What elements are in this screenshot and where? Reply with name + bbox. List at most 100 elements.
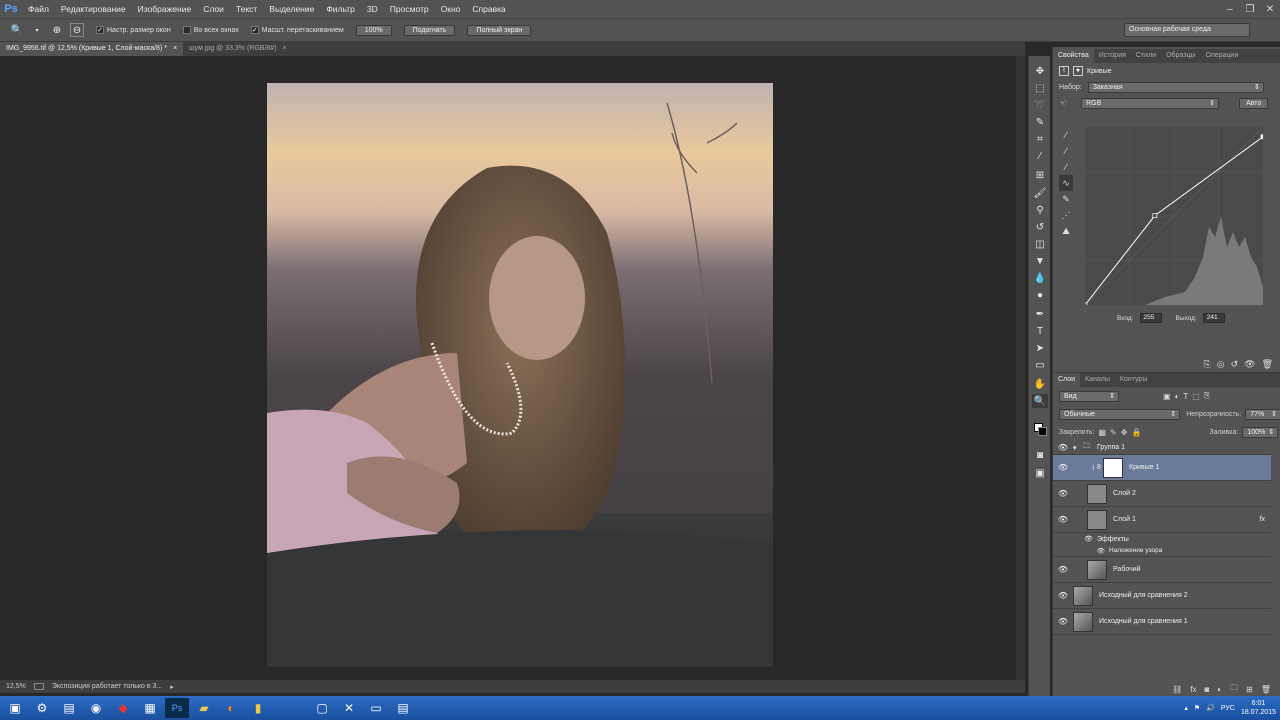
zoom-out-icon[interactable]: ⊖	[70, 23, 84, 37]
move-tool-icon[interactable]: ✥	[1032, 64, 1048, 78]
eye-icon[interactable]: 👁	[1053, 443, 1073, 452]
workspace-select[interactable]: Основная рабочая среда	[1124, 23, 1250, 37]
link-icon[interactable]: 8	[1095, 464, 1103, 471]
path-select-icon[interactable]: ➤	[1032, 341, 1048, 355]
lock-position-icon[interactable]: ✥	[1121, 428, 1128, 437]
eye-icon[interactable]: 👁	[1053, 515, 1073, 524]
layer-working[interactable]: 👁 Рабочий	[1053, 557, 1271, 583]
layer-1[interactable]: 👁 Слой 1 fx	[1053, 507, 1271, 533]
zoom-100-button[interactable]: 100%	[355, 24, 392, 36]
eyedropper-white-icon[interactable]: ⁄	[1059, 159, 1073, 175]
brush-tool-icon[interactable]: 🖌	[1032, 186, 1048, 200]
tray-expand-icon[interactable]: ▴	[1184, 704, 1188, 712]
layer-2[interactable]: 👁 Слой 2	[1053, 481, 1271, 507]
tab-swatches[interactable]: Образцы	[1161, 49, 1200, 63]
tab-channels[interactable]: Каналы	[1080, 373, 1115, 387]
history-brush-icon[interactable]: ↺	[1032, 220, 1048, 234]
filter-type-icon[interactable]: T	[1183, 392, 1188, 401]
close-tab-icon[interactable]: ×	[283, 42, 287, 56]
zoom-tool-icon[interactable]: 🔍	[1032, 394, 1048, 408]
preset-select[interactable]: Заказная	[1087, 81, 1264, 93]
curve-control-point[interactable]	[1085, 302, 1088, 305]
layer-original-2[interactable]: 👁 Исходный для сравнения 2	[1053, 583, 1271, 609]
flag-icon[interactable]: ⚑	[1194, 704, 1200, 712]
media-icon[interactable]: ◆	[111, 698, 135, 718]
minimize-icon[interactable]: –	[1220, 0, 1240, 18]
screen-mode-icon[interactable]: ▣	[1032, 466, 1048, 480]
fx-icon[interactable]: fx	[1190, 685, 1196, 694]
taskbar-window-3-icon[interactable]: ▭	[364, 698, 388, 718]
zoom-level[interactable]: 12,5%	[6, 683, 26, 690]
fill-field[interactable]: 100%	[1242, 426, 1279, 438]
zoom-tool-icon[interactable]: 🔍	[10, 23, 24, 37]
filter-pixel-icon[interactable]: ▣	[1163, 392, 1171, 401]
output-field[interactable]: 241	[1202, 313, 1225, 323]
menu-image[interactable]: Изображение	[132, 0, 198, 18]
zoom-in-icon[interactable]: ⊕	[50, 23, 64, 37]
lasso-tool-icon[interactable]: ➰	[1032, 98, 1048, 112]
view-previous-icon[interactable]: ◎	[1217, 359, 1225, 370]
type-tool-icon[interactable]: T	[1032, 324, 1048, 338]
menu-text[interactable]: Текст	[230, 0, 263, 18]
fx-badge[interactable]: fx	[1260, 516, 1265, 523]
layer-mask-thumbnail[interactable]	[1103, 457, 1123, 478]
taskbar-window-1-icon[interactable]: ▢	[310, 698, 334, 718]
fit-screen-button[interactable]: Подогнать	[403, 24, 456, 36]
menu-help[interactable]: Справка	[466, 0, 511, 18]
document-image[interactable]	[267, 83, 773, 667]
visibility-icon[interactable]: 👁	[1244, 359, 1255, 370]
browser-icon[interactable]: ◉	[84, 698, 108, 718]
new-group-icon[interactable]: 🗀	[1230, 682, 1238, 696]
volume-icon[interactable]: 🔊	[1206, 704, 1215, 712]
mask-icon[interactable]: ●	[1073, 66, 1083, 76]
eye-icon[interactable]: 👁	[1053, 591, 1073, 600]
eye-icon[interactable]: 👁	[1053, 565, 1073, 574]
eye-icon[interactable]: 👁	[1053, 617, 1073, 626]
restore-icon[interactable]: ❐	[1240, 0, 1260, 18]
filter-smart-icon[interactable]: ⎘	[1204, 391, 1210, 401]
eye-icon[interactable]: 👁	[1053, 489, 1073, 498]
menu-file[interactable]: Файл	[22, 0, 55, 18]
delete-icon[interactable]: 🗑	[1262, 359, 1273, 370]
file-icon[interactable]: ▤	[57, 698, 81, 718]
start-button-icon[interactable]: ▣	[3, 698, 27, 718]
blur-tool-icon[interactable]: 💧	[1032, 271, 1048, 285]
clock[interactable]: 6:01 18.07.2015	[1241, 699, 1276, 717]
layer-effects[interactable]: 👁 Эффекты	[1053, 533, 1271, 545]
menu-filter[interactable]: Фильтр	[320, 0, 361, 18]
filter-shape-icon[interactable]: ⬚	[1192, 392, 1200, 401]
eyedropper-black-icon[interactable]: ⁄	[1059, 127, 1073, 143]
blend-mode-select[interactable]: Обычные	[1059, 408, 1181, 420]
all-windows-checkbox[interactable]: Во всех окнах	[182, 26, 239, 34]
curves-graph[interactable]	[1085, 127, 1263, 305]
tab-history[interactable]: История	[1094, 49, 1131, 63]
curve-control-point[interactable]	[1152, 213, 1158, 219]
lock-all-icon[interactable]: 🔒	[1131, 428, 1141, 437]
dodge-tool-icon[interactable]: ●	[1032, 288, 1048, 302]
chevron-down-icon[interactable]: ▾	[1073, 444, 1083, 452]
filter-adjustment-icon[interactable]: ◐	[1175, 392, 1180, 401]
lock-transparency-icon[interactable]: ▦	[1098, 428, 1106, 437]
menu-edit[interactable]: Редактирование	[55, 0, 132, 18]
app-icon[interactable]: ⚙	[30, 698, 54, 718]
reset-icon[interactable]: ↺	[1231, 359, 1239, 370]
layer-filter-select[interactable]: Вид	[1059, 390, 1119, 402]
clip-to-layer-icon[interactable]: ⎘	[1204, 359, 1211, 370]
marquee-tool-icon[interactable]: ⬚	[1032, 81, 1048, 95]
tab-img9956[interactable]: IMG_9956.tif @ 12,5% (Кривые 1, Слой-мас…	[0, 42, 184, 56]
input-field[interactable]: 255	[1139, 313, 1162, 323]
color-swatches-icon[interactable]	[1032, 422, 1048, 436]
status-menu-icon[interactable]: ▸	[170, 683, 174, 691]
taskbar-window-2-icon[interactable]: ✕	[337, 698, 361, 718]
menu-3d[interactable]: 3D	[361, 0, 384, 18]
new-adjustment-icon[interactable]: ◐	[1217, 685, 1222, 694]
tab-properties[interactable]: Свойства	[1053, 49, 1094, 63]
menu-layers[interactable]: Слои	[197, 0, 230, 18]
close-icon[interactable]: ✕	[1260, 0, 1280, 18]
layer-effect-pattern[interactable]: 👁 Наложение узора	[1053, 545, 1271, 557]
eyedropper-gray-icon[interactable]: ⁄	[1059, 143, 1073, 159]
firefox-icon[interactable]: ◐	[219, 698, 243, 718]
eraser-tool-icon[interactable]: ◫	[1032, 237, 1048, 251]
layer-curves[interactable]: 👁 ⌇ 8 Кривые 1	[1053, 455, 1271, 481]
network-icon[interactable]: ▦	[138, 698, 162, 718]
